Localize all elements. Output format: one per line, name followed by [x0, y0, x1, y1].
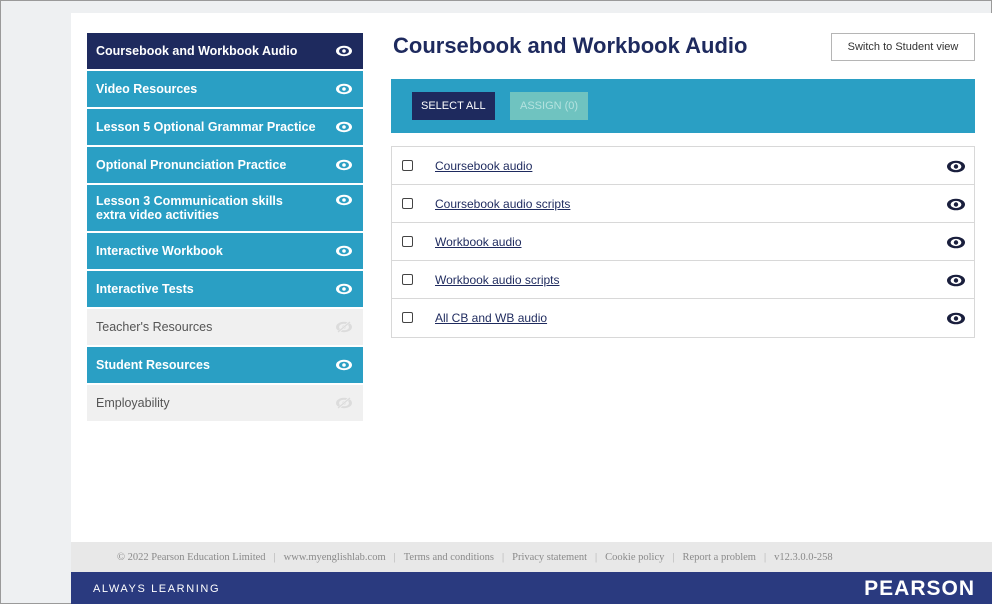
eye-icon[interactable] — [335, 83, 353, 95]
sidebar-item-label: Student Resources — [96, 358, 210, 372]
sidebar-item-lesson3-communication[interactable]: Lesson 3 Communication skills extra vide… — [87, 185, 363, 231]
eye-icon[interactable] — [335, 245, 353, 257]
sidebar: Coursebook and Workbook Audio Video Reso… — [87, 33, 363, 423]
resource-list: Coursebook audio Coursebook audio script… — [391, 146, 975, 338]
sidebar-item-label: Video Resources — [96, 82, 198, 96]
footer-link-website[interactable]: www.myenglishlab.com — [284, 552, 386, 563]
eye-icon[interactable] — [946, 236, 966, 249]
sidebar-item-label: Lesson 5 Optional Grammar Practice — [96, 120, 316, 134]
sidebar-item-label: Interactive Tests — [96, 282, 194, 296]
footer-separator: | — [502, 551, 505, 563]
eye-icon[interactable] — [946, 198, 966, 211]
version-text: v12.3.0.0-258 — [774, 551, 833, 563]
footer-separator: | — [672, 551, 675, 563]
tagline: ALWAYS LEARNING — [93, 583, 221, 595]
list-item: Workbook audio — [392, 223, 974, 261]
select-checkbox[interactable] — [402, 160, 413, 171]
eye-icon[interactable] — [335, 159, 353, 171]
sidebar-item-label: Coursebook and Workbook Audio — [96, 44, 298, 58]
assign-button[interactable]: ASSIGN (0) — [510, 92, 589, 120]
resource-link[interactable]: Workbook audio — [435, 235, 522, 249]
eye-icon[interactable] — [946, 312, 966, 325]
eye-icon[interactable] — [335, 359, 353, 371]
select-all-button[interactable]: SELECT ALL — [412, 92, 495, 120]
footer-separator: | — [273, 551, 276, 563]
sidebar-item-teachers-resources[interactable]: Teacher's Resources — [87, 309, 363, 345]
sidebar-item-lesson5-grammar[interactable]: Lesson 5 Optional Grammar Practice — [87, 109, 363, 145]
sidebar-item-label: Interactive Workbook — [96, 244, 223, 258]
sidebar-item-label: Employability — [96, 396, 170, 410]
footer: © 2022 Pearson Education Limited | www.m… — [71, 542, 992, 572]
eye-icon[interactable] — [946, 160, 966, 173]
eye-slash-icon[interactable] — [335, 321, 353, 333]
select-checkbox[interactable] — [402, 236, 413, 247]
resource-link[interactable]: Workbook audio scripts — [435, 273, 560, 287]
footer-link-cookies[interactable]: Cookie policy — [605, 552, 664, 563]
list-item: All CB and WB audio — [392, 299, 974, 337]
sidebar-item-video-resources[interactable]: Video Resources — [87, 71, 363, 107]
sidebar-item-coursebook-workbook-audio[interactable]: Coursebook and Workbook Audio — [87, 33, 363, 69]
eye-icon[interactable] — [335, 45, 353, 57]
copyright-text: © 2022 Pearson Education Limited — [117, 551, 266, 563]
list-item: Workbook audio scripts — [392, 261, 974, 299]
select-checkbox[interactable] — [402, 312, 413, 323]
footer-link-privacy[interactable]: Privacy statement — [512, 552, 587, 563]
resource-link[interactable]: Coursebook audio — [435, 159, 532, 173]
sidebar-item-label: Optional Pronunciation Practice — [96, 158, 287, 172]
list-item: Coursebook audio — [392, 147, 974, 185]
sidebar-item-student-resources[interactable]: Student Resources — [87, 347, 363, 383]
page-container: Coursebook and Workbook Audio Video Reso… — [71, 13, 992, 604]
select-checkbox[interactable] — [402, 198, 413, 209]
select-checkbox[interactable] — [402, 274, 413, 285]
footer-separator: | — [393, 551, 396, 563]
eye-icon[interactable] — [335, 283, 353, 295]
footer-link-report-problem[interactable]: Report a problem — [682, 552, 755, 563]
list-item: Coursebook audio scripts — [392, 185, 974, 223]
eye-icon[interactable] — [946, 274, 966, 287]
footer-separator: | — [595, 551, 598, 563]
browser-viewport: Coursebook and Workbook Audio Video Reso… — [0, 0, 992, 604]
resource-toolbar: SELECT ALL ASSIGN (0) — [391, 79, 975, 133]
sidebar-item-label: Teacher's Resources — [96, 320, 213, 334]
pearson-logo: PEARSON — [864, 577, 975, 600]
brand-bar: ALWAYS LEARNING PEARSON — [71, 572, 992, 604]
eye-slash-icon[interactable] — [335, 397, 353, 409]
eye-icon[interactable] — [335, 121, 353, 133]
resource-link[interactable]: All CB and WB audio — [435, 311, 547, 325]
page-title: Coursebook and Workbook Audio — [393, 33, 748, 58]
sidebar-item-pronunciation[interactable]: Optional Pronunciation Practice — [87, 147, 363, 183]
switch-to-student-view-button[interactable]: Switch to Student view — [831, 33, 975, 61]
footer-link-terms[interactable]: Terms and conditions — [404, 552, 494, 563]
eye-icon[interactable] — [335, 194, 353, 206]
sidebar-item-interactive-workbook[interactable]: Interactive Workbook — [87, 233, 363, 269]
resource-link[interactable]: Coursebook audio scripts — [435, 197, 570, 211]
sidebar-item-interactive-tests[interactable]: Interactive Tests — [87, 271, 363, 307]
sidebar-item-employability[interactable]: Employability — [87, 385, 363, 421]
footer-separator: | — [763, 551, 767, 563]
sidebar-item-label: Lesson 3 Communication skills extra vide… — [96, 194, 283, 222]
